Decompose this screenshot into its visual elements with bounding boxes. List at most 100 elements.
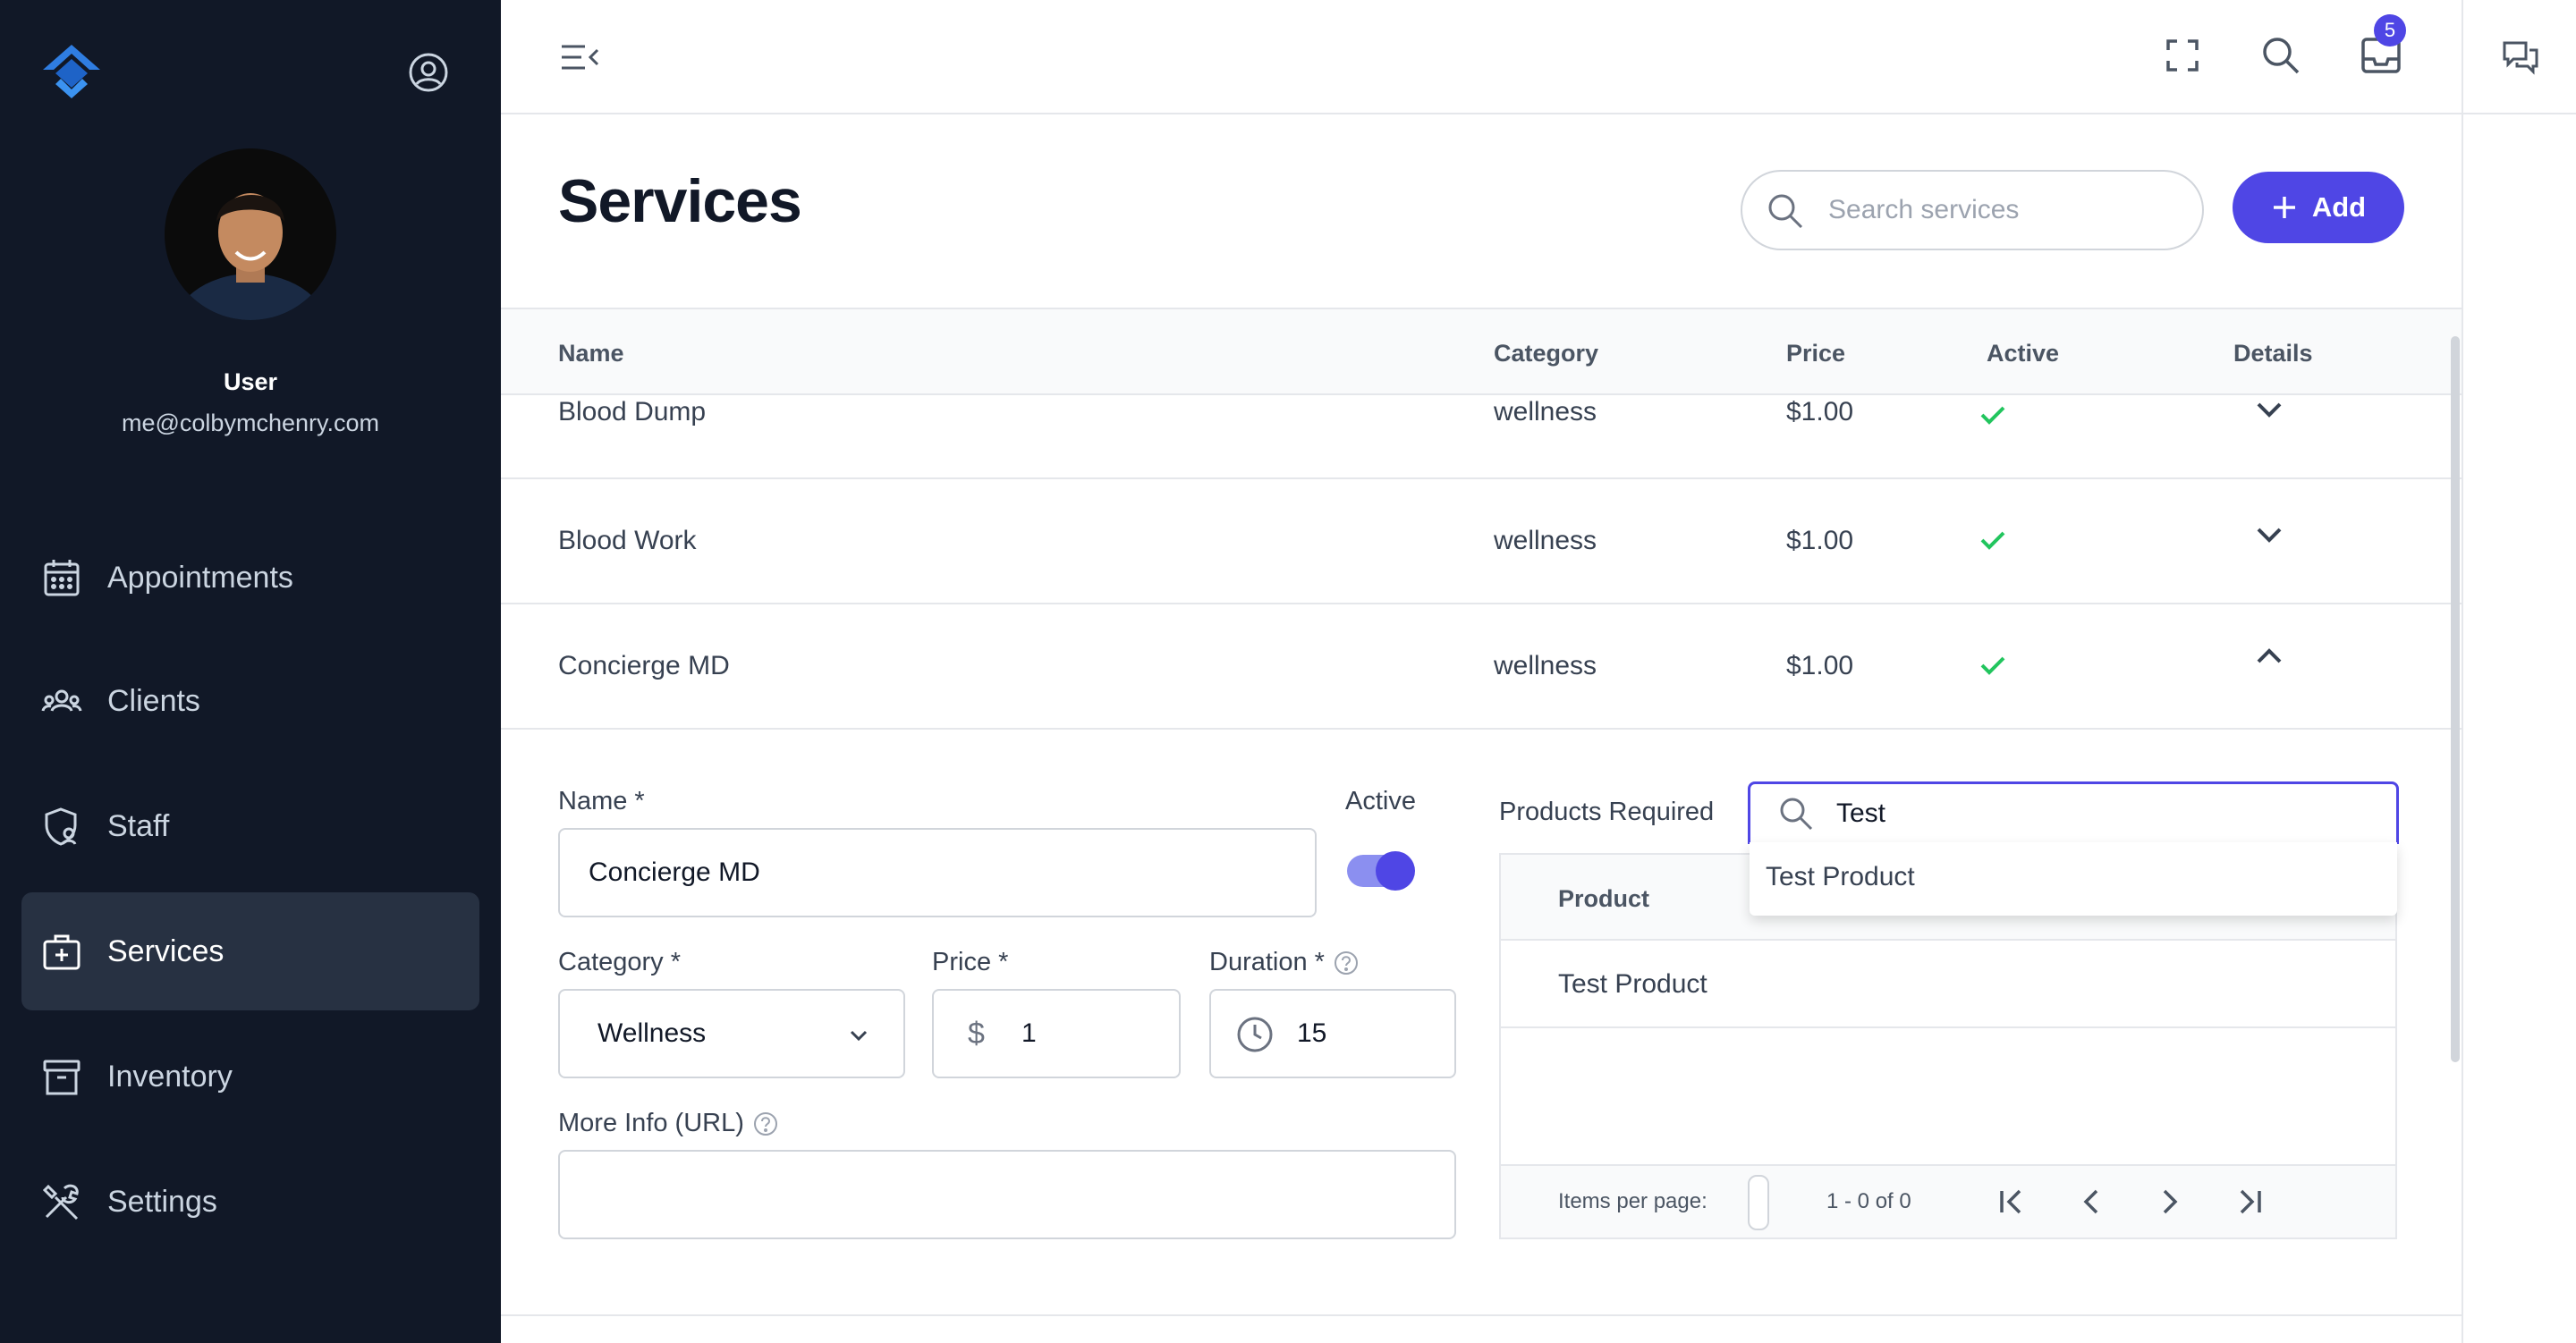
column-header-name[interactable]: Name (558, 340, 624, 367)
search-icon (2263, 38, 2300, 74)
product-name: Test Product (1558, 969, 1707, 999)
avatar (165, 148, 336, 320)
sidebar-item-label: Appointments (107, 560, 293, 595)
cell-name: Concierge MD (558, 651, 730, 680)
app-logo[interactable] (41, 43, 102, 100)
global-search-button[interactable] (2256, 30, 2306, 80)
product-search-value: Test (1836, 798, 1886, 828)
sidebar-item-label: Settings (107, 1184, 217, 1219)
more-info-field[interactable] (558, 1150, 1456, 1239)
chat-button[interactable] (2496, 32, 2546, 82)
account-circle-icon[interactable] (408, 52, 449, 93)
notification-badge: 5 (2374, 14, 2406, 46)
product-search-field[interactable]: Test (1748, 781, 2399, 844)
previous-page-icon[interactable] (2073, 1184, 2109, 1220)
sidebar-item-label: Inventory (107, 1059, 233, 1094)
chat-icon (2503, 41, 2538, 75)
cell-price: $1.00 (1786, 397, 1854, 427)
more-info-label: More Info (URL) (558, 1109, 778, 1138)
tools-icon (42, 1184, 79, 1221)
sidebar-item-label: Staff (107, 808, 170, 843)
table-row[interactable]: Blood Dump wellness $1.00 (501, 395, 2462, 479)
help-icon[interactable] (753, 1111, 778, 1136)
sidebar-item-services[interactable]: Services (21, 892, 479, 1010)
fullscreen-icon (2166, 39, 2199, 72)
name-value: Concierge MD (589, 857, 760, 887)
items-per-page-select[interactable] (1748, 1175, 1769, 1230)
table-scrollbar[interactable] (2451, 336, 2460, 1062)
users-icon (41, 689, 82, 712)
cell-category: wellness (1494, 526, 1597, 555)
cell-name: Blood Work (558, 526, 697, 555)
right-rail (2462, 0, 2576, 1343)
menu-collapse-button[interactable] (555, 32, 605, 82)
table-header: Name Category Price Active Details (501, 308, 2462, 395)
check-icon (1980, 656, 2005, 675)
products-paginator: Items per page: 1 - 0 of 0 (1501, 1164, 2395, 1237)
items-per-page-label: Items per page: (1558, 1189, 1707, 1213)
category-value: Wellness (597, 1018, 707, 1048)
sidebar-item-clients[interactable]: Clients (21, 642, 479, 760)
duration-label-text: Duration * (1209, 948, 1325, 976)
table-row[interactable]: Concierge MD wellness $1.00 (501, 604, 2462, 730)
chat-toggle-area (2463, 0, 2576, 114)
column-header-product[interactable]: Product (1558, 885, 1649, 913)
category-select[interactable]: Wellness (558, 989, 905, 1078)
medical-bag-icon (43, 934, 80, 970)
service-search[interactable] (1741, 170, 2204, 250)
check-icon (1980, 531, 2005, 550)
duration-value: 15 (1297, 1018, 1327, 1048)
column-header-active[interactable]: Active (1987, 340, 2059, 367)
cell-price: $1.00 (1786, 651, 1854, 680)
clock-icon (1237, 1017, 1273, 1052)
cell-name: Blood Dump (558, 397, 707, 427)
user-name: User (223, 368, 278, 395)
chevron-down-icon[interactable] (2251, 517, 2287, 553)
price-field[interactable]: $ 1 (932, 989, 1181, 1078)
duration-label: Duration * (1209, 948, 1359, 977)
search-icon (1768, 194, 1803, 229)
check-icon (1980, 406, 2005, 425)
sidebar-item-label: Clients (107, 683, 200, 718)
calendar-icon (44, 560, 80, 596)
more-info-label-text: More Info (URL) (558, 1109, 744, 1137)
product-row[interactable]: Test Product (1501, 941, 2395, 1028)
sidebar-item-staff[interactable]: Staff (21, 767, 479, 885)
active-label: Active (1345, 787, 1416, 815)
price-label: Price * (932, 948, 1009, 976)
chevron-up-icon[interactable] (2251, 638, 2287, 674)
table-row[interactable]: Blood Work wellness $1.00 (501, 479, 2462, 604)
products-required-label: Products Required (1499, 798, 1715, 826)
search-icon (1780, 798, 1813, 831)
name-field[interactable]: Concierge MD (558, 828, 1317, 917)
next-page-icon[interactable] (2152, 1184, 2188, 1220)
cell-price: $1.00 (1786, 526, 1854, 555)
sidebar-item-label: Services (107, 933, 225, 968)
sidebar-item-inventory[interactable]: Inventory (21, 1018, 479, 1136)
plus-icon (2273, 197, 2295, 218)
column-header-price[interactable]: Price (1786, 340, 1845, 367)
column-header-category[interactable]: Category (1494, 340, 1598, 367)
autocomplete-option[interactable]: Test Product (1766, 862, 1915, 892)
first-page-icon[interactable] (1995, 1184, 2030, 1220)
page-range-label: 1 - 0 of 0 (1826, 1189, 1911, 1213)
sidebar: User me@colbymchenry.com Appointments Cl… (0, 0, 501, 1343)
cell-category: wellness (1494, 651, 1597, 680)
column-header-details: Details (2233, 340, 2313, 367)
duration-field[interactable]: 15 (1209, 989, 1456, 1078)
search-input[interactable] (1828, 172, 2186, 249)
menu-collapse-icon (562, 45, 599, 70)
page-title: Services (558, 167, 802, 235)
chevron-down-icon (850, 1030, 868, 1042)
active-toggle[interactable] (1347, 851, 1415, 891)
dollar-icon: $ (968, 1016, 985, 1051)
sidebar-item-settings[interactable]: Settings (21, 1143, 479, 1261)
last-page-icon[interactable] (2231, 1184, 2267, 1220)
category-label: Category * (558, 948, 682, 976)
add-button[interactable]: Add (2233, 172, 2404, 243)
help-icon[interactable] (1334, 950, 1359, 976)
chevron-down-icon[interactable] (2251, 392, 2287, 427)
fullscreen-button[interactable] (2157, 30, 2207, 80)
sidebar-item-appointments[interactable]: Appointments (21, 519, 479, 637)
shield-user-icon (45, 807, 77, 846)
